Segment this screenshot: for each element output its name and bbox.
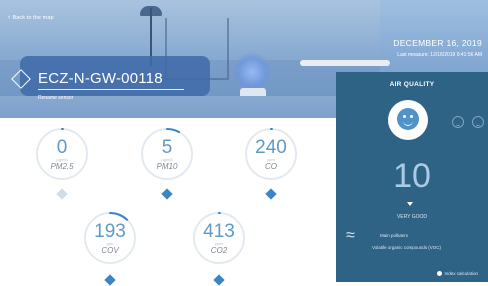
gauge-value: 240 <box>255 137 287 158</box>
neutral-face-icon <box>452 116 464 128</box>
gauge-marker-cov[interactable] <box>104 274 116 286</box>
sad-face-icon <box>472 116 484 128</box>
index-calculation-label: Index calculation <box>444 270 478 276</box>
gauge-marker-co[interactable] <box>265 188 277 200</box>
gauge-name: COV <box>101 246 119 255</box>
face-crown-graphic <box>400 103 416 108</box>
smiley-face-icon <box>397 103 419 130</box>
air-quality-index-value: 10 <box>393 157 431 195</box>
date-block: DECEMBER 16, 2019 Last measure: 12/16/20… <box>393 38 482 58</box>
back-to-map-label: Back to the map <box>12 15 54 21</box>
index-calculation-link[interactable]: Index calculation <box>437 271 478 276</box>
gauge-pm10[interactable]: 5 µg/m3 PM10 <box>141 128 193 180</box>
voc-label: Volatile organic compounds (VOC) <box>372 245 442 250</box>
chevron-left-icon: ‹ <box>8 14 11 21</box>
back-to-map-link[interactable]: ‹ Back to the map <box>8 14 54 21</box>
face-mouth <box>403 120 413 126</box>
gauge-name: PM10 <box>156 162 178 171</box>
gauge-name: PM2.5 <box>50 162 74 171</box>
last-measure-text: Last measure: 12/16/2019 9:41:56 AM <box>397 52 482 58</box>
plant-graphic <box>232 52 272 92</box>
gauge-value: 0 <box>56 137 68 158</box>
device-name-underline <box>38 89 184 90</box>
gauge-co[interactable]: 240 ppm CO <box>245 128 297 180</box>
gauge-co2[interactable]: 413 ppm CO2 <box>193 212 245 264</box>
face-eye-left <box>403 115 406 118</box>
gauge-marker-pm10[interactable] <box>161 188 173 200</box>
face-eye-right <box>410 115 413 118</box>
gauge-cov[interactable]: 193 ppb COV <box>84 212 136 264</box>
gauge-name: CO <box>265 162 277 171</box>
gauge-value: 413 <box>203 221 235 242</box>
air-quality-status: VERY GOOD <box>396 214 428 220</box>
gauge-value: 5 <box>161 137 173 158</box>
air-quality-panel: AIR QUALITY 10 VERY GOOD ≈ Main polluter… <box>336 72 488 282</box>
gauge-value: 193 <box>94 221 126 242</box>
device-name: ECZ-N-GW-00118 <box>38 70 163 87</box>
table-graphic <box>300 60 390 66</box>
current-date: DECEMBER 16, 2019 <box>393 38 482 48</box>
gauge-marker-pm25[interactable] <box>56 188 68 200</box>
rename-sensor-link[interactable]: Rename sensor <box>38 95 73 101</box>
gauge-marker-co2[interactable] <box>213 274 225 286</box>
air-quality-title: AIR QUALITY <box>389 81 435 88</box>
wind-icon: ≈ <box>346 227 355 244</box>
caret-down-icon <box>407 202 413 206</box>
info-icon <box>437 271 443 276</box>
gauge-pm25[interactable]: 0 µg/m3 PM2.5 <box>36 128 88 180</box>
main-pollutants-label: Main polluters <box>380 233 409 238</box>
gauge-name: CO2 <box>210 246 228 255</box>
